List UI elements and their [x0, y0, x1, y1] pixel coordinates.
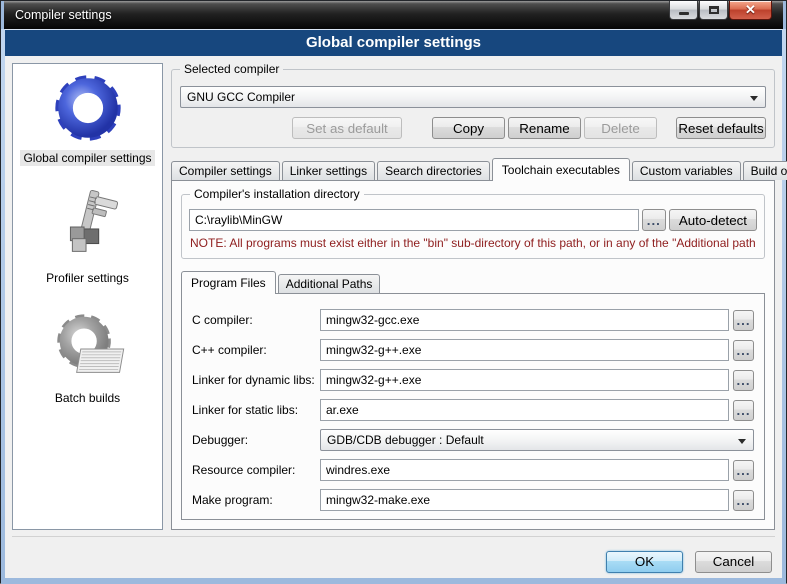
- window-frame: Global compiler settings Global compiler…: [1, 29, 786, 584]
- tab-build-options[interactable]: Build options: [743, 161, 787, 180]
- program-files-panel: C compiler:...C++ compiler:...Linker for…: [181, 293, 765, 520]
- compiler-settings-dialog: Compiler settings ✕ Global compiler sett…: [0, 0, 787, 583]
- linker-for-dynamic-libs-browse-button[interactable]: ...: [733, 370, 754, 391]
- copy-button[interactable]: Copy: [432, 117, 505, 139]
- cancel-button[interactable]: Cancel: [695, 551, 772, 573]
- delete-button: Delete: [584, 117, 657, 139]
- tab-linker-settings[interactable]: Linker settings: [282, 161, 375, 180]
- window-controls: ✕: [668, 1, 772, 20]
- subtab-additional-paths[interactable]: Additional Paths: [278, 274, 381, 293]
- c-compiler-input[interactable]: [320, 339, 729, 361]
- chevron-down-icon: [750, 96, 758, 101]
- field-label: C++ compiler:: [192, 343, 320, 357]
- sidebar-item-batch-builds[interactable]: Batch builds: [49, 308, 127, 406]
- minimize-button[interactable]: [669, 1, 698, 20]
- settings-category-list: Global compiler settings Profiler setting…: [12, 63, 163, 530]
- maximize-icon: [709, 6, 719, 14]
- sidebar-item-profiler-settings[interactable]: Profiler settings: [43, 188, 132, 286]
- maximize-button[interactable]: [699, 1, 728, 20]
- table-row: Linker for static libs:...: [192, 399, 754, 421]
- debugger-select[interactable]: GDB/CDB debugger : Default: [320, 429, 754, 451]
- tab-compiler-settings[interactable]: Compiler settings: [171, 161, 280, 180]
- sidebar-item-label: Profiler settings: [43, 270, 132, 286]
- linker-for-dynamic-libs-input[interactable]: [320, 369, 729, 391]
- window-title: Compiler settings: [15, 8, 112, 22]
- toolchain-executables-panel: Compiler's installation directory ... Au…: [171, 180, 775, 530]
- resource-compiler-input[interactable]: [320, 459, 729, 481]
- auto-detect-button[interactable]: Auto-detect: [669, 209, 757, 231]
- compiler-select-value: GNU GCC Compiler: [187, 90, 295, 104]
- linker-for-static-libs-browse-button[interactable]: ...: [733, 400, 754, 421]
- sidebar-item-label: Batch builds: [52, 390, 123, 406]
- compiler-select[interactable]: GNU GCC Compiler: [180, 86, 766, 108]
- gray-gear-papers-icon: [49, 308, 127, 386]
- field-label: Linker for static libs:: [192, 403, 320, 417]
- rename-button[interactable]: Rename: [508, 117, 581, 139]
- titlebar[interactable]: Compiler settings ✕: [1, 1, 786, 29]
- table-row: Linker for dynamic libs:...: [192, 369, 754, 391]
- table-row: Make program:...: [192, 489, 754, 511]
- dialog-footer: OK Cancel: [12, 536, 775, 578]
- c-compiler-input[interactable]: [320, 309, 729, 331]
- selected-compiler-group: Selected compiler GNU GCC Compiler Set a…: [171, 69, 775, 148]
- page-title: Global compiler settings: [5, 29, 782, 56]
- c-compiler-browse-button[interactable]: ...: [733, 340, 754, 361]
- main-panel: Selected compiler GNU GCC Compiler Set a…: [171, 63, 775, 530]
- tab-toolchain-executables[interactable]: Toolchain executables: [492, 158, 630, 181]
- table-row: Debugger: GDB/CDB debugger : Default: [192, 429, 754, 451]
- field-label: C compiler:: [192, 313, 320, 327]
- reset-defaults-button[interactable]: Reset defaults: [676, 117, 766, 139]
- dialog-content: Global compiler settings Profiler setting…: [5, 56, 782, 578]
- installation-directory-group-title: Compiler's installation directory: [190, 187, 364, 201]
- set-as-default-button: Set as default: [292, 117, 402, 139]
- field-label: Resource compiler:: [192, 463, 320, 477]
- make-program-browse-button[interactable]: ...: [733, 490, 754, 511]
- minimize-icon: [679, 12, 689, 15]
- debugger-select-value: GDB/CDB debugger : Default: [327, 433, 484, 447]
- installation-directory-group: Compiler's installation directory ... Au…: [181, 194, 765, 259]
- selected-compiler-group-title: Selected compiler: [180, 62, 283, 76]
- table-row: Resource compiler:...: [192, 459, 754, 481]
- close-button[interactable]: ✕: [729, 1, 772, 20]
- sidebar-item-global-compiler-settings[interactable]: Global compiler settings: [20, 68, 154, 166]
- c-compiler-browse-button[interactable]: ...: [733, 310, 754, 331]
- chevron-down-icon: [738, 439, 746, 444]
- installation-directory-input[interactable]: [189, 209, 639, 231]
- settings-tabs: Compiler settingsLinker settingsSearch d…: [171, 158, 775, 180]
- browse-directory-button[interactable]: ...: [642, 209, 666, 231]
- tab-custom-variables[interactable]: Custom variables: [632, 161, 741, 180]
- blue-gear-icon: [49, 68, 127, 146]
- field-label: Debugger:: [192, 433, 320, 447]
- sidebar-item-label: Global compiler settings: [20, 150, 154, 166]
- caliper-icon: [48, 188, 126, 266]
- field-label: Make program:: [192, 493, 320, 507]
- linker-for-static-libs-input[interactable]: [320, 399, 729, 421]
- subtab-program-files[interactable]: Program Files: [181, 271, 276, 294]
- table-row: C++ compiler:...: [192, 339, 754, 361]
- field-label: Linker for dynamic libs:: [192, 373, 320, 387]
- tab-search-directories[interactable]: Search directories: [377, 161, 490, 180]
- compiler-buttons-row: Set as default CopyRenameDelete Reset defa…: [180, 117, 766, 139]
- table-row: C compiler:...: [192, 309, 754, 331]
- resource-compiler-browse-button[interactable]: ...: [733, 460, 754, 481]
- ok-button[interactable]: OK: [606, 551, 683, 573]
- program-subtabs: Program FilesAdditional Paths: [181, 271, 765, 293]
- make-program-input[interactable]: [320, 489, 729, 511]
- close-icon: ✕: [745, 2, 756, 18]
- installation-note: NOTE: All programs must exist either in …: [190, 236, 756, 250]
